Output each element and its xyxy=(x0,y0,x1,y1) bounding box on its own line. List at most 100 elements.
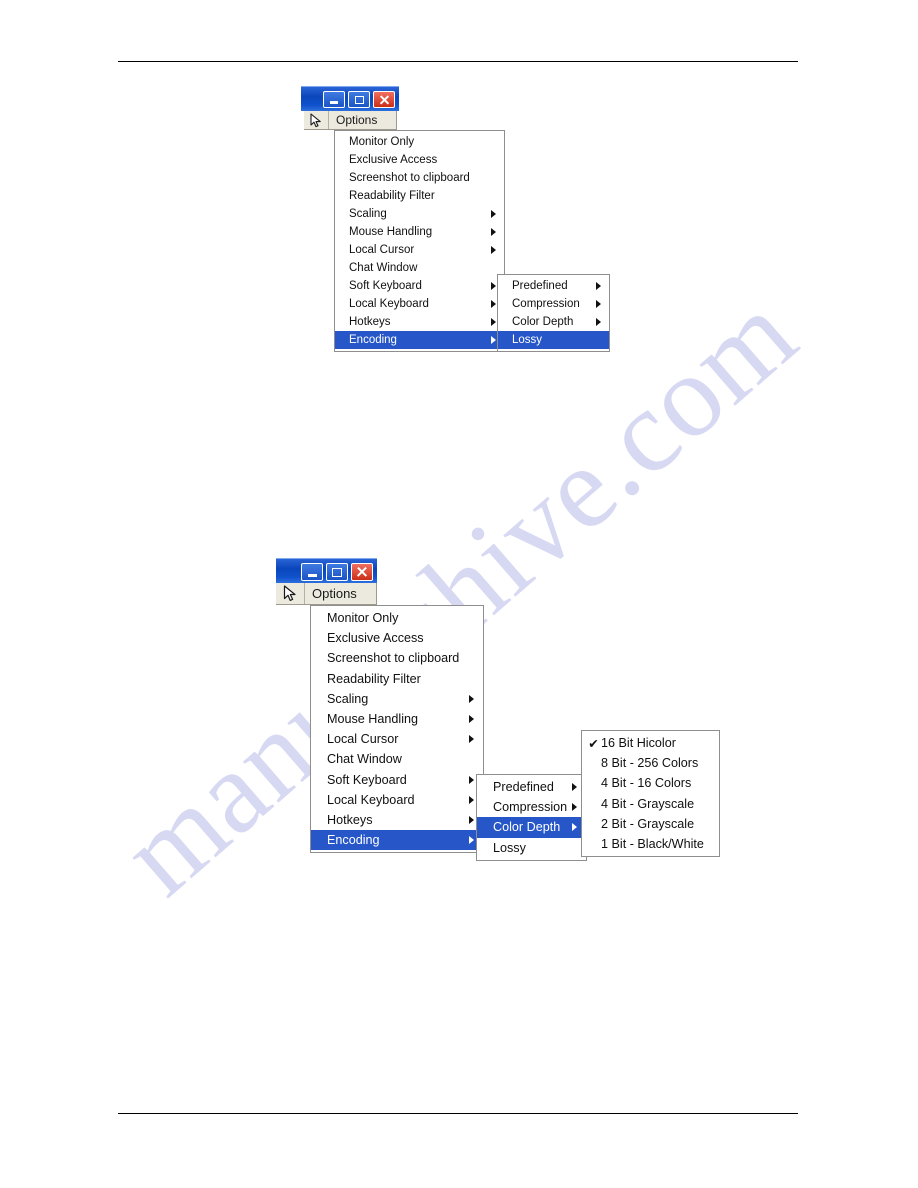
menu-item-hotkeys[interactable]: Hotkeys xyxy=(335,313,504,331)
chevron-right-icon xyxy=(469,775,474,784)
menu-item-exclusive-access[interactable]: Exclusive Access xyxy=(311,628,483,648)
maximize-button[interactable] xyxy=(348,91,370,108)
chevron-right-icon xyxy=(572,823,577,832)
minimize-button[interactable] xyxy=(301,563,323,581)
menu-item-mouse-handling[interactable]: Mouse Handling xyxy=(311,709,483,729)
menu-item-mouse-handling[interactable]: Mouse Handling xyxy=(335,223,504,241)
menu-item-label: Color Depth xyxy=(512,316,574,328)
chevron-right-icon xyxy=(469,715,474,724)
close-icon xyxy=(379,94,390,105)
menu-item-encoding[interactable]: Encoding xyxy=(335,331,504,349)
submenu-item-compression[interactable]: Compression xyxy=(477,797,586,817)
chevron-right-icon xyxy=(491,300,496,308)
window-controls xyxy=(323,91,395,108)
menu-item-encoding[interactable]: Encoding xyxy=(311,830,483,851)
maximize-icon xyxy=(354,95,364,104)
menu-item-screenshot-to-clipboard[interactable]: Screenshot to clipboard xyxy=(311,648,483,668)
checkmark-icon: ✔ xyxy=(588,736,599,751)
minimize-button[interactable] xyxy=(323,91,345,108)
chevron-right-icon xyxy=(491,228,496,236)
menu-item-label: Local Keyboard xyxy=(327,792,415,807)
chevron-right-icon xyxy=(469,735,474,744)
chevron-right-icon xyxy=(491,246,496,254)
submenu-item-compression[interactable]: Compression xyxy=(498,295,609,313)
color-depth-item-1-bit-black-white[interactable]: 1 Bit - Black/White xyxy=(582,834,719,854)
menu-item-label: Exclusive Access xyxy=(349,154,438,166)
menu-item-label: Compression xyxy=(493,800,568,815)
menu-item-monitor-only[interactable]: Monitor Only xyxy=(335,133,504,151)
menu-item-label: Screenshot to clipboard xyxy=(327,651,460,666)
menubar-options-label[interactable]: Options xyxy=(305,586,357,601)
menu-item-label: Exclusive Access xyxy=(327,631,424,646)
window-titlebar xyxy=(301,86,399,111)
menu-item-soft-keyboard[interactable]: Soft Keyboard xyxy=(311,770,483,790)
menu-item-label: 4 Bit - 16 Colors xyxy=(601,776,692,791)
color-depth-item-4-bit-16-colors[interactable]: 4 Bit - 16 Colors xyxy=(582,773,719,793)
menu-item-label: 8 Bit - 256 Colors xyxy=(601,756,699,771)
menubar-options-label[interactable]: Options xyxy=(329,113,377,127)
menubar: Options xyxy=(304,111,397,130)
menu-item-exclusive-access[interactable]: Exclusive Access xyxy=(335,151,504,169)
menu-item-monitor-only[interactable]: Monitor Only xyxy=(311,608,483,628)
menu-item-label: Encoding xyxy=(327,833,380,848)
menu-item-label: Local Cursor xyxy=(349,244,415,256)
menu-item-label: Screenshot to clipboard xyxy=(349,172,470,184)
menu-item-hotkeys[interactable]: Hotkeys xyxy=(311,810,483,830)
submenu-item-lossy[interactable]: Lossy xyxy=(477,838,586,858)
maximize-button[interactable] xyxy=(326,563,348,581)
chevron-right-icon xyxy=(491,210,496,218)
header-rule xyxy=(118,61,798,62)
chevron-right-icon xyxy=(491,282,496,290)
color-depth-item-16-bit-hicolor[interactable]: ✔ 16 Bit Hicolor xyxy=(582,733,719,753)
submenu-item-predefined[interactable]: Predefined xyxy=(498,277,609,295)
menu-item-label: Chat Window xyxy=(349,262,418,274)
color-depth-item-2-bit-grayscale[interactable]: 2 Bit - Grayscale xyxy=(582,814,719,834)
menu-item-screenshot-to-clipboard[interactable]: Screenshot to clipboard xyxy=(335,169,504,187)
chevron-right-icon xyxy=(596,282,601,290)
menu-item-chat-window[interactable]: Chat Window xyxy=(335,259,504,277)
close-button[interactable] xyxy=(351,563,373,581)
minimize-icon xyxy=(307,574,317,577)
close-icon xyxy=(356,566,368,578)
menu-item-label: Mouse Handling xyxy=(327,712,419,727)
color-depth-item-8-bit-256-colors[interactable]: 8 Bit - 256 Colors xyxy=(582,753,719,773)
submenu-item-color-depth[interactable]: Color Depth xyxy=(477,817,586,838)
color-depth-submenu: ✔ 16 Bit Hicolor 8 Bit - 256 Colors 4 Bi… xyxy=(581,730,720,858)
menu-item-local-cursor[interactable]: Local Cursor xyxy=(311,729,483,749)
options-menu: Monitor Only Exclusive Access Screenshot… xyxy=(310,605,484,854)
menu-item-label: Soft Keyboard xyxy=(327,772,407,787)
menu-item-readability-filter[interactable]: Readability Filter xyxy=(311,669,483,689)
menu-item-local-keyboard[interactable]: Local Keyboard xyxy=(335,295,504,313)
menu-item-label: Mouse Handling xyxy=(349,226,433,238)
minimize-icon xyxy=(330,101,338,104)
chevron-right-icon xyxy=(491,318,496,326)
chevron-right-icon xyxy=(469,815,474,824)
chevron-right-icon xyxy=(596,300,601,308)
menu-item-label: 2 Bit - Grayscale xyxy=(601,816,695,831)
menu-item-readability-filter[interactable]: Readability Filter xyxy=(335,187,504,205)
close-button[interactable] xyxy=(373,91,395,108)
menu-item-label: Monitor Only xyxy=(349,136,415,148)
menu-item-label: Local Cursor xyxy=(327,732,399,747)
menu-item-local-keyboard[interactable]: Local Keyboard xyxy=(311,790,483,810)
menu-item-label: Hotkeys xyxy=(327,812,373,827)
submenu-item-color-depth[interactable]: Color Depth xyxy=(498,313,609,331)
menu-item-scaling[interactable]: Scaling xyxy=(335,205,504,223)
chevron-right-icon xyxy=(596,318,601,326)
submenu-item-lossy[interactable]: Lossy xyxy=(498,331,609,349)
chevron-right-icon xyxy=(491,336,496,344)
menu-item-label: Encoding xyxy=(349,334,397,346)
cursor-cell xyxy=(276,583,305,604)
chevron-right-icon xyxy=(572,783,577,792)
color-depth-item-4-bit-grayscale[interactable]: 4 Bit - Grayscale xyxy=(582,794,719,814)
menu-item-label: Chat Window xyxy=(327,752,402,767)
submenu-item-predefined[interactable]: Predefined xyxy=(477,777,586,797)
menu-item-scaling[interactable]: Scaling xyxy=(311,689,483,709)
menu-item-label: Scaling xyxy=(349,208,387,220)
menu-item-soft-keyboard[interactable]: Soft Keyboard xyxy=(335,277,504,295)
window-titlebar xyxy=(276,558,377,583)
mouse-pointer-icon xyxy=(309,112,321,127)
menu-item-local-cursor[interactable]: Local Cursor xyxy=(335,241,504,259)
menu-item-label: Readability Filter xyxy=(349,190,435,202)
menu-item-chat-window[interactable]: Chat Window xyxy=(311,749,483,769)
